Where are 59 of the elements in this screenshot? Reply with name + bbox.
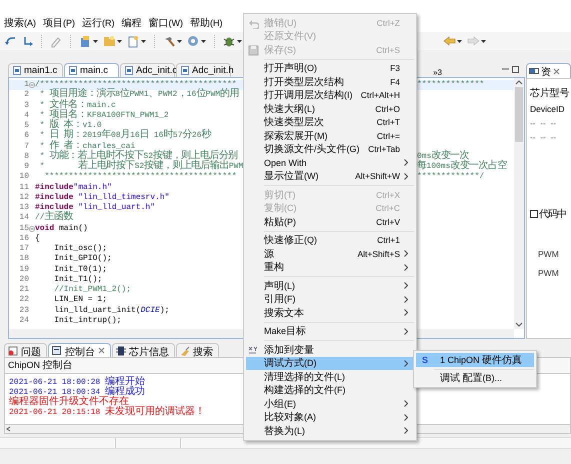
line-number: 24 bbox=[18, 316, 29, 326]
code-line: Init_T0(1); bbox=[53, 264, 108, 275]
code-line: lin_lld_uart_init(DCIE); bbox=[53, 306, 170, 316]
code-line: LIN_EN = 1; bbox=[53, 295, 108, 306]
line-number: 19 bbox=[18, 264, 29, 275]
field-label: DeviceID bbox=[530, 103, 564, 116]
launch-label: S bbox=[422, 354, 428, 365]
code-line: * 若上电时按下S2按键，则上电后输出PWM bbox=[38, 162, 243, 172]
code-line: #include"main.h" bbox=[35, 182, 113, 193]
code-line: **************************************** bbox=[44, 172, 238, 182]
line-number: 17 bbox=[18, 244, 29, 254]
line-number: 3 bbox=[23, 100, 29, 111]
line-number: 5 bbox=[23, 121, 29, 132]
code-line: void main() bbox=[35, 224, 89, 234]
code-line: Init_GPIO(); bbox=[53, 254, 113, 264]
code-line: Init_T1(); bbox=[53, 274, 104, 285]
line-number: 11 bbox=[18, 182, 29, 193]
code-line: #include "lin_lld_uart.h" bbox=[35, 203, 156, 212]
code-line: /***************************************** bbox=[35, 80, 237, 89]
line-number: 13 bbox=[18, 203, 29, 214]
reading-value: -- bbox=[550, 133, 556, 144]
line-number: 22 bbox=[18, 295, 29, 306]
field-label: PWM bbox=[538, 268, 559, 279]
code-line: Init_intrup(); bbox=[53, 316, 122, 326]
line-number: 4 bbox=[23, 110, 29, 121]
line-number: 7 bbox=[23, 142, 29, 152]
line-number: 18 bbox=[18, 254, 29, 264]
code-line: { bbox=[35, 234, 41, 244]
line-number: 10 bbox=[18, 172, 29, 182]
line-number: 12 bbox=[18, 192, 29, 203]
line-number: 9 bbox=[23, 162, 29, 172]
reading-value: -- bbox=[540, 133, 546, 144]
code-line: //Init_PWM1_2(); bbox=[53, 285, 132, 296]
code-line: ************** bbox=[417, 80, 486, 90]
code-line: * 文件名：main.c bbox=[38, 100, 117, 110]
line-number: 21 bbox=[18, 285, 29, 296]
line-number: 8 bbox=[23, 152, 29, 162]
console-line: 2021-06-21 20:15:18 未发现可用的调试器！ bbox=[9, 408, 206, 418]
line-number: 14 bbox=[18, 213, 29, 224]
reading-value: -- bbox=[530, 119, 536, 130]
code-line: *************/ bbox=[417, 172, 486, 182]
reading-value: -- bbox=[550, 119, 556, 130]
code-line: #include "lin_lld_timesrv.h" bbox=[35, 192, 170, 203]
code-line: Init_osc(); bbox=[53, 244, 108, 254]
checkbox-label: 代码中 bbox=[539, 208, 566, 221]
line-number: 23 bbox=[18, 306, 29, 316]
line-number: 1 bbox=[23, 80, 29, 90]
line-number: 16 bbox=[18, 234, 29, 244]
reading-value: -- bbox=[530, 133, 536, 144]
field-label: PWM bbox=[538, 249, 559, 260]
code-line: * 项目用途：演示8位PWM1、PWM2，16位PWM的用 bbox=[38, 90, 240, 100]
line-number: 20 bbox=[18, 274, 29, 285]
code-line: //主函数 bbox=[35, 213, 74, 224]
line-number: 2 bbox=[23, 90, 29, 100]
field-label: 芯片型号 bbox=[530, 87, 570, 100]
line-number: 15 bbox=[18, 224, 29, 234]
reading-value: -- bbox=[540, 119, 546, 130]
line-number: 6 bbox=[23, 131, 29, 142]
code-line: 每100ms改变一次占空 bbox=[417, 162, 508, 172]
